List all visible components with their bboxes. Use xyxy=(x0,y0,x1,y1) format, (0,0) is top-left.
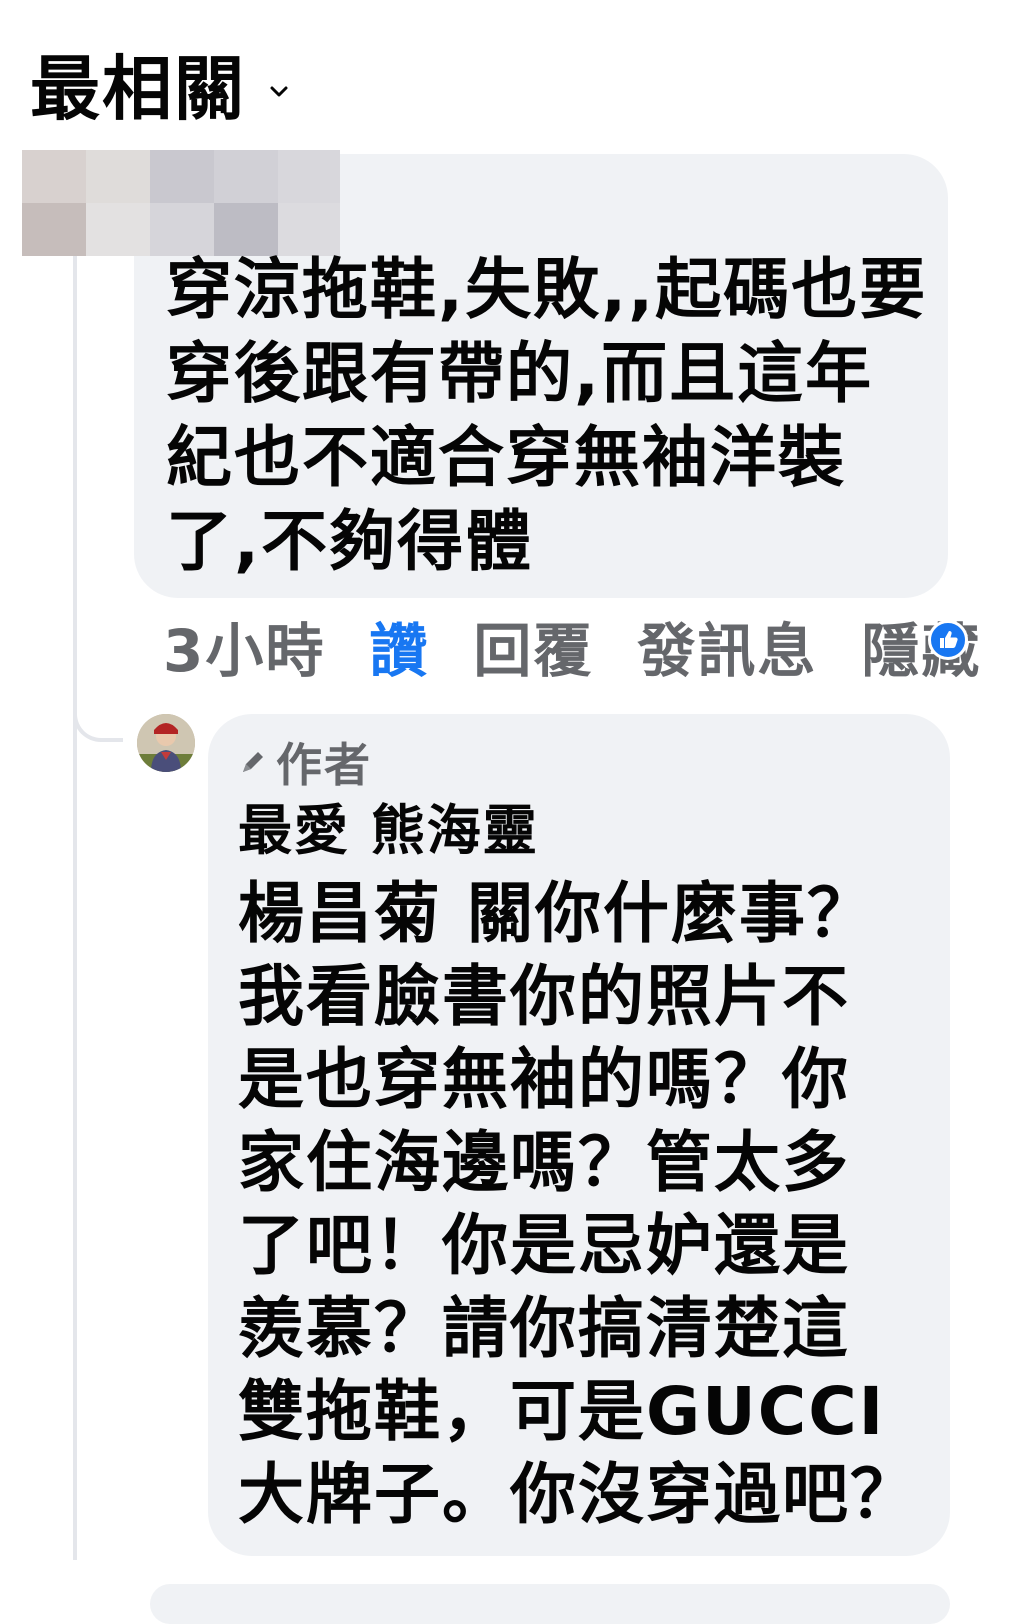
next-comment-bubble xyxy=(150,1584,950,1624)
chevron-down-icon xyxy=(270,86,288,97)
reply-button[interactable]: 回覆 xyxy=(473,604,593,688)
author-avatar[interactable] xyxy=(137,714,195,772)
commenter-name-blurred[interactable] xyxy=(22,150,340,256)
comment-text: 穿涼拖鞋,失敗,,起碼也要 穿後跟有帶的,而且這年 紀也不適合穿無袖洋裝 了,不… xyxy=(166,251,928,580)
pencil-icon xyxy=(243,752,263,772)
reply-author-name[interactable]: 最愛 熊海靈 xyxy=(238,798,539,864)
comment-sort-dropdown[interactable]: 最相關 xyxy=(30,44,290,134)
reply-text: 楊昌菊 關你什麼事？ 我看臉書你的照片不 是也穿無袖的嗎？你 家住海邊嗎？管太多… xyxy=(238,875,918,1533)
sort-label: 最相關 xyxy=(30,48,246,130)
author-badge: 作者 xyxy=(238,732,372,792)
thread-line xyxy=(73,256,77,1600)
thumbs-up-icon[interactable] xyxy=(928,620,968,660)
comment-actions: 3小時 讚 回覆 發訊息 隱藏 xyxy=(163,606,1012,686)
comment-timestamp[interactable]: 3小時 xyxy=(163,604,325,688)
author-badge-label: 作者 xyxy=(276,738,372,792)
like-button[interactable]: 讚 xyxy=(369,604,429,688)
reply-connector xyxy=(73,680,123,742)
message-button[interactable]: 發訊息 xyxy=(637,604,817,688)
